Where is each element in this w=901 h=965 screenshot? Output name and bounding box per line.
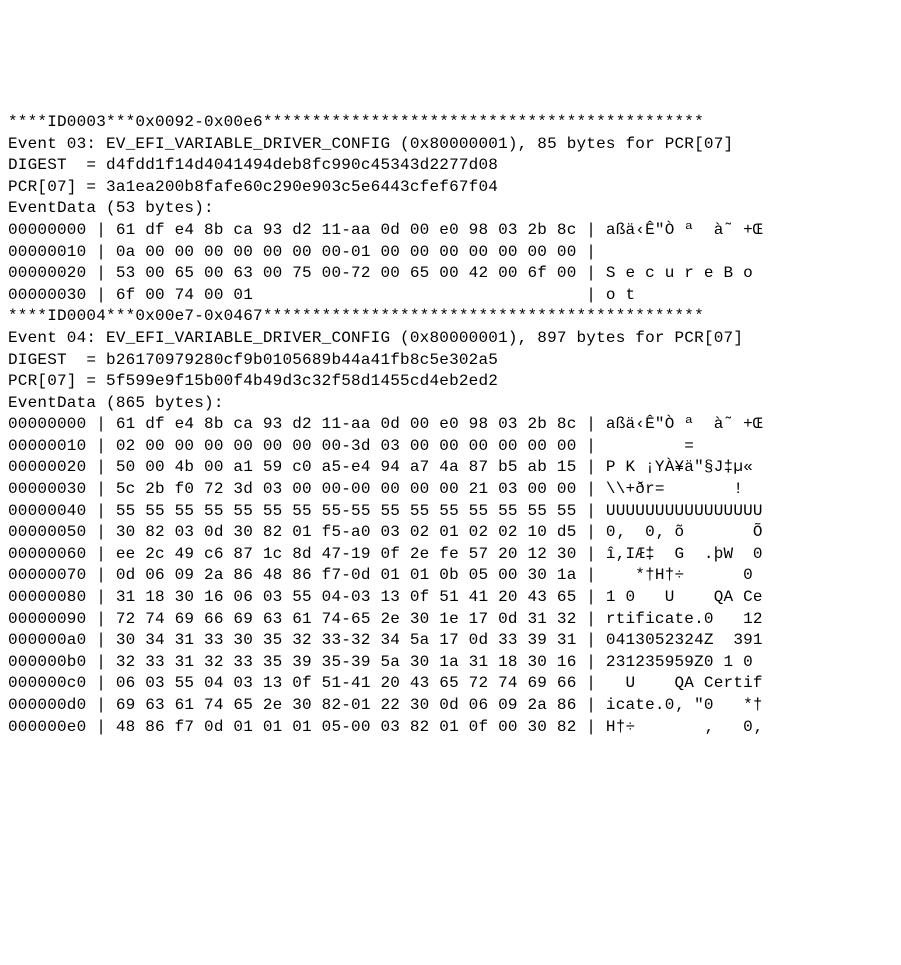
- hex-dump-output: ****ID0003***0x0092-0x00e6**************…: [0, 108, 901, 857]
